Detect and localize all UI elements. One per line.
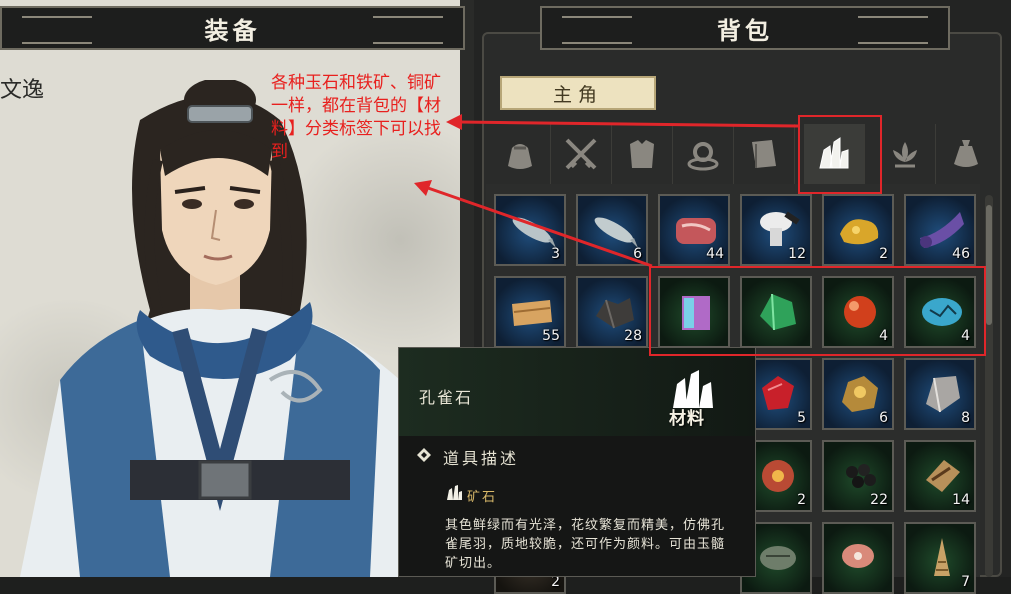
inventory-slot[interactable]: 3 xyxy=(494,194,566,266)
tab-pouch[interactable] xyxy=(490,124,551,184)
book-icon xyxy=(752,140,776,168)
inventory-slot[interactable]: 14 xyxy=(904,440,976,512)
role-tab-label: 主角 xyxy=(552,83,603,106)
tooltip-item-name: 孔雀石 xyxy=(419,388,474,407)
turtle-icon xyxy=(760,546,796,570)
tooltip-section-title: 道具描述 xyxy=(443,449,520,468)
tab-herbs[interactable] xyxy=(875,124,936,184)
tab-weapons[interactable] xyxy=(551,124,612,184)
tab-accessories[interactable] xyxy=(673,124,734,184)
ham-icon xyxy=(842,544,874,568)
money-bag-icon xyxy=(954,140,978,167)
pouch-icon xyxy=(508,144,532,169)
inventory-slot[interactable]: 55 xyxy=(494,276,566,348)
tab-armor[interactable] xyxy=(612,124,673,184)
highlight-materials-tab xyxy=(798,115,882,194)
inventory-slot[interactable]: 22 xyxy=(822,440,894,512)
item-tooltip: 孔雀石 材料 道具描述 矿石 其色鲜绿而有光泽，花纹繁复而精美，仿佛孔雀尾羽，质… xyxy=(398,347,756,577)
role-tab-protagonist[interactable]: 主角 xyxy=(500,76,656,110)
armor-icon xyxy=(630,140,654,168)
inventory-slot[interactable] xyxy=(822,522,894,594)
diamond-bullet-icon xyxy=(417,448,431,462)
ore-type-icon xyxy=(447,485,462,500)
tooltip-category-label: 材料 xyxy=(669,409,705,429)
ring-icon xyxy=(687,142,719,171)
highlight-gem-row xyxy=(649,266,986,356)
tooltip-category-badge: 材料 xyxy=(661,368,725,429)
inventory-slot[interactable]: 44 xyxy=(658,194,730,266)
inventory-slot[interactable]: 6 xyxy=(822,358,894,430)
inventory-slot[interactable]: 6 xyxy=(576,194,648,266)
inventory-slot[interactable]: 46 xyxy=(904,194,976,266)
scrollbar-thumb[interactable] xyxy=(986,205,992,325)
inventory-slot[interactable]: 12 xyxy=(740,194,812,266)
equipment-title-banner: 装备 xyxy=(0,6,465,50)
crossed-swords-icon xyxy=(565,138,597,170)
inventory-slot[interactable]: 7 xyxy=(904,522,976,594)
tooltip-item-type: 矿石 xyxy=(467,490,498,505)
equipment-title: 装备 xyxy=(204,15,261,45)
bag-title: 背包 xyxy=(717,15,773,45)
inventory-slot[interactable]: 8 xyxy=(904,358,976,430)
inventory-slot[interactable]: 2 xyxy=(822,194,894,266)
tab-books[interactable] xyxy=(734,124,795,184)
annotation-note: 各种玉石和铁矿、铜矿一样，都在背包的【材料】分类标签下可以找到 xyxy=(271,73,441,162)
tab-money[interactable] xyxy=(936,124,996,184)
tooltip-description: 其色鲜绿而有光泽，花纹繁复而精美，仿佛孔雀尾羽，质地较脆，还可作为颜料。可由玉髓… xyxy=(445,518,726,571)
bag-title-banner: 背包 xyxy=(540,6,950,50)
inventory-slot[interactable]: 28 xyxy=(576,276,648,348)
lotus-icon xyxy=(893,142,917,168)
